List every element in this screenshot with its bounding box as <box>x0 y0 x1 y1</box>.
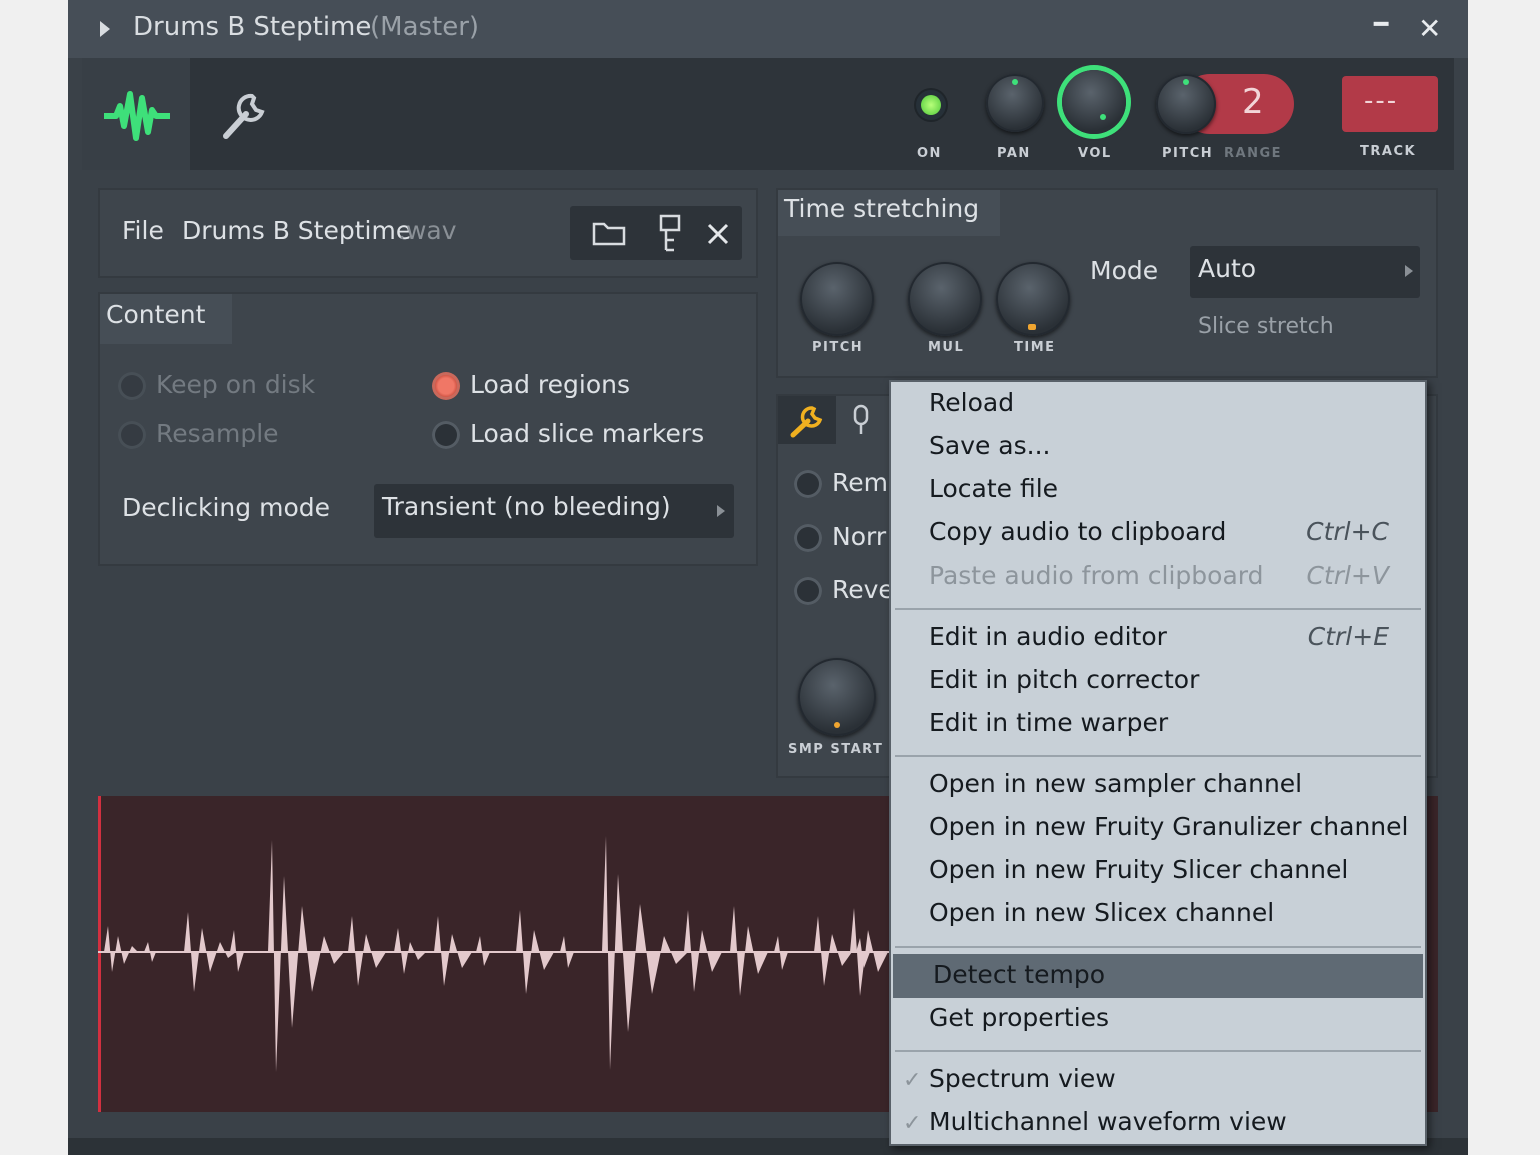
sample-tab[interactable] <box>82 58 190 170</box>
waveform-graphic <box>98 836 898 1072</box>
reverse-label: Reve <box>832 575 894 604</box>
mode-label: Mode <box>1090 256 1159 285</box>
edit-audio-shortcut: Ctrl+E <box>1307 622 1389 651</box>
menu-open-slicer[interactable]: Open in new Fruity Slicer channel <box>929 855 1348 884</box>
sample-start-label: SMP START <box>788 742 884 757</box>
pan-label: PAN <box>997 146 1031 161</box>
vol-label: VOL <box>1078 146 1112 161</box>
time-stretching-panel: Time stretching PITCH MUL TIME Mode Auto… <box>776 188 1438 378</box>
menu-spectrum-view[interactable]: Spectrum view <box>929 1064 1116 1093</box>
load-regions-label: Load regions <box>470 370 631 399</box>
menu-detect-tempo[interactable]: Detect tempo <box>933 960 1105 989</box>
menu-edit-time-warper[interactable]: Edit in time warper <box>929 708 1168 737</box>
chevron-right-icon <box>1405 265 1413 277</box>
envelope-tab-icon[interactable] <box>850 404 872 436</box>
paste-shortcut: Ctrl+V <box>1306 561 1389 590</box>
effects-wrench-tab[interactable] <box>778 396 836 444</box>
track-value: --- <box>1364 86 1399 116</box>
menu-multichannel-view[interactable]: Multichannel waveform view <box>929 1107 1287 1136</box>
menu-separator <box>895 946 1421 948</box>
file-buttons <box>570 206 742 260</box>
volume-knob[interactable] <box>1062 70 1126 134</box>
copy-shortcut: Ctrl+C <box>1306 517 1389 546</box>
menu-paste-audio: Paste audio from clipboard <box>929 561 1264 590</box>
mode-value: Auto <box>1198 254 1257 283</box>
resample-label: Resample <box>156 419 279 448</box>
menu-open-slicex[interactable]: Open in new Slicex channel <box>929 898 1274 927</box>
close-window-button[interactable]: ✕ <box>1418 12 1441 45</box>
mode-select[interactable]: Auto <box>1190 246 1420 298</box>
range-label: RANGE <box>1224 146 1283 161</box>
menu-get-properties[interactable]: Get properties <box>929 1003 1109 1032</box>
content-panel: Content Keep on disk Resample Load regio… <box>98 292 758 566</box>
menu-edit-audio-editor[interactable]: Edit in audio editor <box>929 622 1167 651</box>
locate-file-icon[interactable] <box>658 214 684 254</box>
menu-separator <box>895 1050 1421 1052</box>
normalize-label: Norr <box>832 522 887 551</box>
minimize-button[interactable]: ━ <box>1374 10 1388 38</box>
spectrum-check-icon: ✓ <box>903 1068 922 1093</box>
wrench-tab-icon[interactable] <box>218 90 270 142</box>
resample-radio[interactable] <box>118 421 146 449</box>
file-panel: File Drums B Steptime .wav <box>98 188 758 278</box>
time-stretching-title: Time stretching <box>784 194 980 223</box>
file-name: Drums B Steptime <box>182 216 412 245</box>
menu-separator <box>895 755 1421 757</box>
waveform-tab-icon <box>104 91 170 141</box>
keep-on-disk-radio[interactable] <box>118 372 146 400</box>
menu-edit-pitch-corrector[interactable]: Edit in pitch corrector <box>929 665 1199 694</box>
track-label: TRACK <box>1360 144 1417 159</box>
multichannel-check-icon: ✓ <box>903 1111 922 1136</box>
sample-context-menu: Reload Save as... Locate file Copy audio… <box>889 380 1427 1146</box>
declicking-mode-select[interactable]: Transient (no bleeding) <box>374 484 734 538</box>
ts-mul-label: MUL <box>928 340 965 355</box>
load-regions-radio[interactable] <box>432 372 460 400</box>
ts-time-label: TIME <box>1014 340 1056 355</box>
reverse-radio[interactable] <box>794 577 822 605</box>
on-label: ON <box>917 146 942 161</box>
window-title: Drums B Steptime <box>133 12 372 42</box>
load-slice-markers-label: Load slice markers <box>470 419 705 448</box>
slice-stretch-label: Slice stretch <box>1198 314 1334 339</box>
pitch-knob[interactable] <box>1156 74 1216 134</box>
clear-file-icon[interactable] <box>706 222 730 246</box>
window-title-suffix: (Master) <box>370 12 480 42</box>
track-selector[interactable]: --- <box>1342 76 1438 132</box>
declicking-mode-label: Declicking mode <box>122 493 330 522</box>
remove-dc-label: Rem <box>832 468 888 497</box>
wrench-icon <box>790 406 823 438</box>
load-slice-markers-radio[interactable] <box>432 421 460 449</box>
normalize-radio[interactable] <box>794 524 822 552</box>
menu-locate-file[interactable]: Locate file <box>929 474 1058 503</box>
ts-mul-knob[interactable] <box>908 262 982 336</box>
file-label: File <box>122 216 164 245</box>
file-extension: .wav <box>398 216 457 245</box>
ts-time-knob[interactable] <box>996 262 1070 336</box>
pitch-range-value: 2 <box>1242 82 1264 122</box>
sample-start-knob[interactable] <box>798 658 876 736</box>
menu-open-sampler[interactable]: Open in new sampler channel <box>929 769 1302 798</box>
channel-toolbar: ON PAN VOL 2 PITCH RANGE --- TRACK <box>82 58 1454 170</box>
menu-reload[interactable]: Reload <box>929 388 1014 417</box>
title-bar[interactable]: Drums B Steptime (Master) ━ ✕ <box>68 0 1468 58</box>
content-title: Content <box>106 300 206 329</box>
remove-dc-radio[interactable] <box>794 470 822 498</box>
menu-copy-audio[interactable]: Copy audio to clipboard <box>929 517 1226 546</box>
menu-open-granulizer[interactable]: Open in new Fruity Granulizer channel <box>929 812 1408 841</box>
declicking-mode-value: Transient (no bleeding) <box>382 492 671 521</box>
open-folder-icon[interactable] <box>592 220 626 246</box>
pitch-label: PITCH <box>1162 146 1214 161</box>
chevron-right-icon <box>717 505 725 517</box>
ts-pitch-knob[interactable] <box>800 262 874 336</box>
channel-on-led[interactable] <box>916 90 946 120</box>
ts-pitch-label: PITCH <box>812 340 864 355</box>
pan-knob[interactable] <box>986 74 1044 132</box>
menu-save-as[interactable]: Save as... <box>929 431 1051 460</box>
menu-separator <box>895 608 1421 610</box>
expand-arrow-icon[interactable] <box>98 20 112 38</box>
keep-on-disk-label: Keep on disk <box>156 370 316 399</box>
